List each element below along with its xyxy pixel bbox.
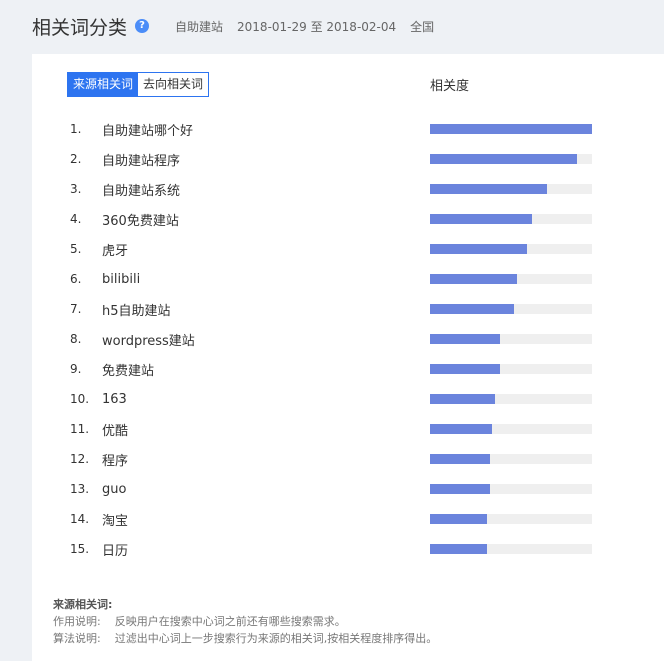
relevance-bar-track: [430, 484, 592, 494]
help-icon[interactable]: ?: [135, 19, 150, 33]
related-words-list: 1. 自助建站哪个好 2. 自助建站程序 3. 自助建站系统 4. 360免费建站 5. 虎牙 6.…: [32, 114, 664, 564]
relevance-bar-fill: [430, 154, 578, 164]
relevance-column-header: 相关度: [430, 79, 470, 94]
page-title: 相关词分类: [32, 16, 128, 39]
relevance-bar-track: [430, 184, 592, 194]
tab-target-related[interactable]: 去向相关词: [138, 73, 209, 96]
item-term[interactable]: 360免费建站: [102, 210, 179, 229]
relevance-bar-fill: [430, 214, 533, 224]
list-item[interactable]: 13. guo: [32, 474, 664, 504]
source-target-toggle: 来源相关词 去向相关词: [67, 72, 210, 97]
relevance-bar-track: [430, 544, 592, 554]
relevance-bar-track: [430, 454, 592, 464]
list-item[interactable]: 6. bilibili: [32, 264, 664, 294]
item-rank: 8.: [70, 332, 82, 346]
relevance-bar-fill: [430, 184, 547, 194]
item-rank: 1.: [70, 122, 82, 136]
list-item[interactable]: 1. 自助建站哪个好: [32, 114, 664, 144]
list-item[interactable]: 8. wordpress建站: [32, 324, 664, 354]
item-term[interactable]: guo: [102, 482, 126, 497]
relevance-bar-track: [430, 244, 592, 254]
item-rank: 6.: [70, 272, 82, 286]
item-term[interactable]: 自助建站程序: [102, 150, 180, 169]
list-item[interactable]: 9. 免费建站: [32, 354, 664, 384]
item-term[interactable]: bilibili: [102, 272, 140, 287]
item-term[interactable]: 优酷: [102, 420, 128, 439]
item-term[interactable]: 虎牙: [102, 240, 128, 259]
item-rank: 3.: [70, 182, 82, 196]
relevance-bar-fill: [430, 364, 500, 374]
relevance-bar-track: [430, 394, 592, 404]
list-item[interactable]: 7. h5自助建站: [32, 294, 664, 324]
list-item[interactable]: 15. 日历: [32, 534, 664, 564]
algorithm-text: 过滤出中心词上一步搜索行为来源的相关词,按相关程度排序得出。: [114, 632, 438, 645]
relevance-bar-fill: [430, 424, 492, 434]
relevance-bar-fill: [430, 394, 495, 404]
list-item[interactable]: 12. 程序: [32, 444, 664, 474]
item-rank: 11.: [70, 422, 90, 436]
relevance-bar-track: [430, 304, 592, 314]
relevance-bar-track: [430, 274, 592, 284]
item-term[interactable]: 免费建站: [102, 360, 154, 379]
relevance-bar-fill: [430, 304, 515, 314]
item-term[interactable]: wordpress建站: [102, 330, 195, 349]
item-term[interactable]: 163: [102, 392, 127, 407]
list-item[interactable]: 4. 360免费建站: [32, 204, 664, 234]
relevance-bar-fill: [430, 334, 500, 344]
item-rank: 15.: [70, 542, 90, 556]
item-term[interactable]: 日历: [102, 540, 128, 559]
item-rank: 13.: [70, 482, 90, 496]
relevance-bar-fill: [430, 454, 490, 464]
item-term[interactable]: 程序: [102, 450, 128, 469]
item-rank: 5.: [70, 242, 82, 256]
item-term[interactable]: 淘宝: [102, 510, 128, 529]
footer-notes: 来源相关词: 作用说明: 反映用户在搜索中心词之前还有哪些搜索需求。 算法说明: 过…: [53, 596, 437, 647]
relevance-bar-fill: [430, 514, 487, 524]
list-item[interactable]: 14. 淘宝: [32, 504, 664, 534]
relevance-bar-track: [430, 214, 592, 224]
item-rank: 9.: [70, 362, 82, 376]
relevance-bar-track: [430, 334, 592, 344]
keyword-label: 自助建站: [175, 19, 224, 34]
tab-source-related[interactable]: 来源相关词: [68, 73, 139, 96]
item-rank: 4.: [70, 212, 82, 226]
relevance-bar-fill: [430, 484, 490, 494]
algorithm-label: 算法说明:: [53, 632, 101, 645]
usage-label: 作用说明:: [53, 615, 101, 628]
region-label: 全国: [410, 19, 435, 34]
related-words-card: 来源相关词 去向相关词 相关度 1. 自助建站哪个好 2. 自助建站程序 3. 自助建站系…: [32, 54, 664, 661]
item-term[interactable]: h5自助建站: [102, 300, 171, 319]
list-item[interactable]: 3. 自助建站系统: [32, 174, 664, 204]
relevance-bar-track: [430, 154, 592, 164]
item-rank: 14.: [70, 512, 90, 526]
item-term[interactable]: 自助建站系统: [102, 180, 180, 199]
item-rank: 2.: [70, 152, 82, 166]
relevance-bar-fill: [430, 244, 528, 254]
relevance-bar-track: [430, 364, 592, 374]
usage-text: 反映用户在搜索中心词之前还有哪些搜索需求。: [114, 615, 346, 628]
relevance-bar-fill: [430, 274, 518, 284]
relevance-bar-fill: [430, 124, 592, 134]
relevance-bar-track: [430, 424, 592, 434]
relevance-bar-fill: [430, 544, 487, 554]
item-rank: 10.: [70, 392, 90, 406]
list-item[interactable]: 10. 163: [32, 384, 664, 414]
list-item[interactable]: 2. 自助建站程序: [32, 144, 664, 174]
page-header: 相关词分类 ? 自助建站 2018-01-29 至 2018-02-04 全国: [32, 12, 434, 40]
item-term[interactable]: 自助建站哪个好: [102, 120, 193, 139]
algorithm-note: 算法说明: 过滤出中心词上一步搜索行为来源的相关词,按相关程度排序得出。: [53, 630, 437, 647]
relevance-bar-track: [430, 124, 592, 134]
usage-note: 作用说明: 反映用户在搜索中心词之前还有哪些搜索需求。: [53, 613, 437, 630]
item-rank: 7.: [70, 302, 82, 316]
list-item[interactable]: 11. 优酷: [32, 414, 664, 444]
footer-title: 来源相关词:: [53, 598, 113, 611]
list-item[interactable]: 5. 虎牙: [32, 234, 664, 264]
item-rank: 12.: [70, 452, 90, 466]
relevance-bar-track: [430, 514, 592, 524]
date-range-label: 2018-01-29 至 2018-02-04: [237, 19, 397, 34]
